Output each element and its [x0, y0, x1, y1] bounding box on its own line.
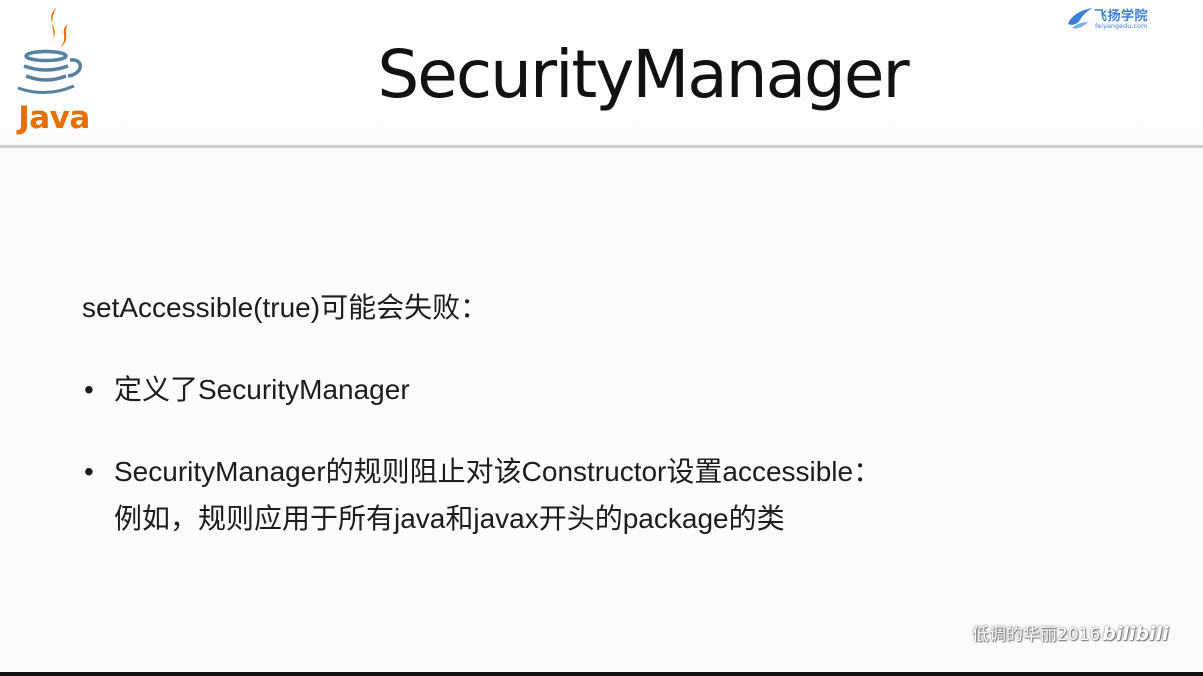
slide-title: SecurityManager	[377, 36, 909, 113]
bilibili-logo: bilibili	[1102, 623, 1169, 645]
bullet-icon: •	[84, 374, 94, 405]
bullet-icon: •	[84, 456, 94, 487]
bullet-item: • SecurityManager的规则阻止对该Constructor设置acc…	[82, 448, 881, 542]
bullet-text-continuation: 例如，规则应用于所有java和javax开头的package的类	[114, 503, 785, 534]
slide: Java 飞扬学院 feiyangedu.com SecurityManager…	[0, 0, 1203, 676]
bird-wing-icon	[1068, 8, 1092, 29]
bullet-list: • 定义了SecurityManager • SecurityManager的规…	[82, 366, 881, 542]
watermark-text: 低调的华丽2016	[972, 625, 1101, 645]
header-divider	[0, 145, 1203, 148]
bullet-item: • 定义了SecurityManager	[82, 366, 881, 413]
bullet-text: SecurityManager的规则阻止对该Constructor设置acces…	[114, 456, 882, 487]
bottom-border	[0, 672, 1203, 676]
bullet-text: 定义了SecurityManager	[114, 374, 410, 405]
brand-logo: 飞扬学院 feiyangedu.com	[1066, 2, 1160, 32]
brand-url: feiyangedu.com	[1095, 22, 1148, 30]
intro-text: setAccessible(true)可能会失败：	[82, 292, 489, 323]
watermark: 低调的华丽2016 bilibili	[972, 620, 1169, 645]
